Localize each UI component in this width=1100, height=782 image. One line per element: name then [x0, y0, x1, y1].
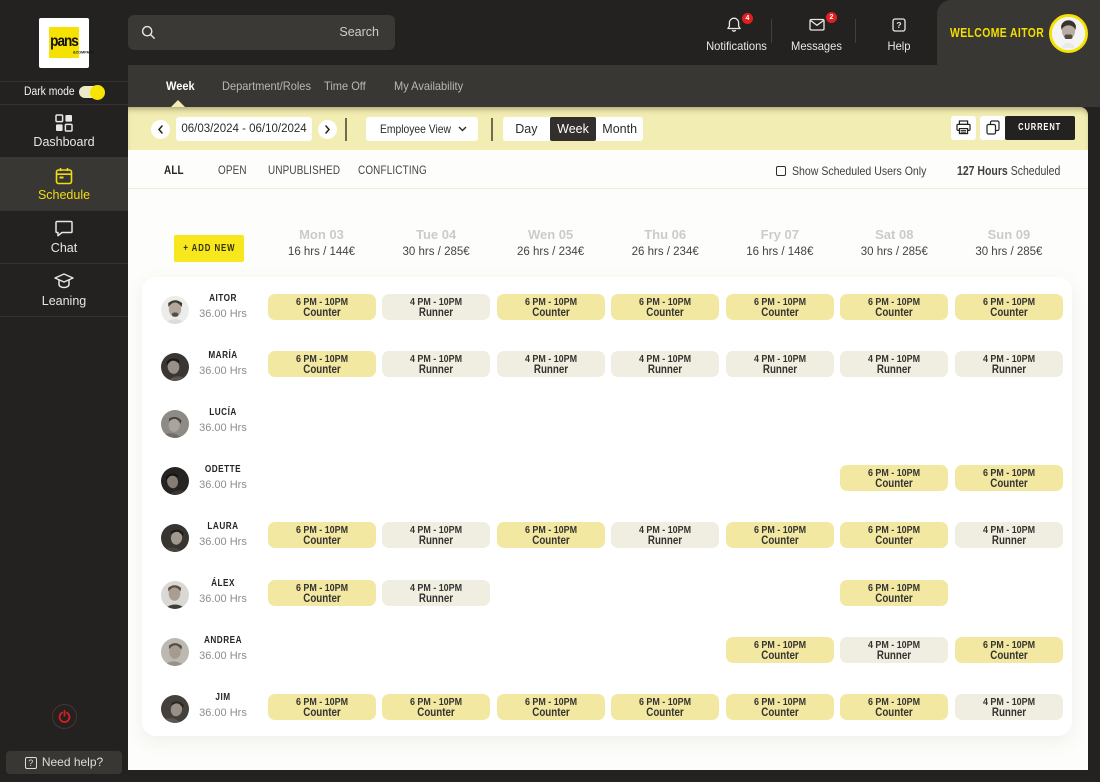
svg-text:?: ? [896, 20, 901, 30]
